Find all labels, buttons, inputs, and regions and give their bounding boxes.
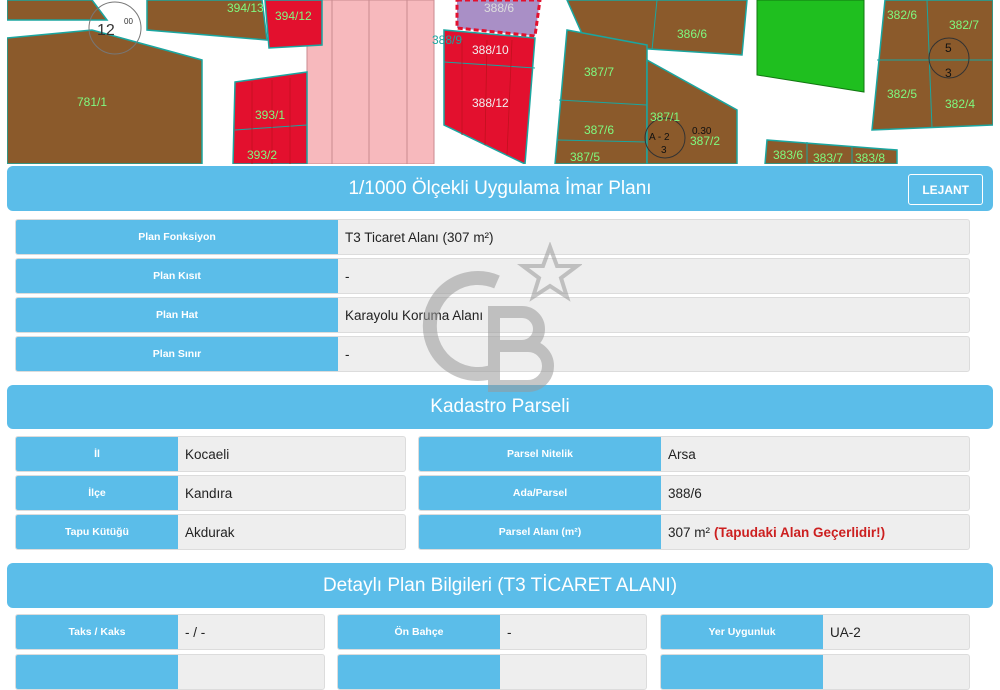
parcel-label: 393/1	[255, 108, 285, 122]
plan-row-value: T3 Ticaret Alanı (307 m²)	[345, 229, 494, 245]
cadastre-row-value: Kandıra	[185, 485, 233, 501]
cadastre-row-label: Tapu Kütüğü	[16, 515, 178, 549]
parcel-label: 781/1	[77, 95, 107, 109]
plan-row-label: Plan Sınır	[16, 337, 338, 371]
detail-section-title: Detaylı Plan Bilgileri (T3 TİCARET ALANI…	[322, 574, 678, 596]
cadastre-row-label: Parsel Nitelik	[419, 437, 661, 471]
zone-mark-left-top: 12	[97, 22, 115, 39]
cadastre-row: İl Kocaeli	[15, 436, 406, 472]
cadastre-row: İlçe Kandıra	[15, 475, 406, 511]
parcel-label-selected: 388/6	[484, 1, 514, 15]
detail-row-partial	[15, 654, 325, 690]
detail-row-label-partial	[16, 655, 178, 689]
detail-row: Ön Bahçe -	[337, 614, 647, 650]
map-canvas[interactable]: 12 00 A - 2 3 0.30 5 3 394/13 394/12 388…	[7, 0, 993, 164]
cadastre-row: Parsel Alanı (m²) 307 m² (Tapudaki Alan …	[418, 514, 970, 550]
zone-mark-left-sup: 00	[124, 17, 133, 26]
plan-row-label: Plan Kısıt	[16, 259, 338, 293]
plan-row-value: Karayolu Koruma Alanı	[345, 307, 484, 323]
plan-row: Plan Sınır -	[15, 336, 970, 372]
detail-row-partial	[660, 654, 970, 690]
plan-row-label: Plan Fonksiyon	[16, 220, 338, 254]
parcel-label: 387/5	[570, 150, 600, 164]
parcel-label: 382/6	[887, 8, 917, 22]
cadastre-row-label: İl	[16, 437, 178, 471]
parcel-area-value: 307 m²	[668, 524, 711, 540]
parcel-label: 393/2	[247, 148, 277, 162]
detail-row-label: Yer Uygunluk	[661, 615, 823, 649]
plan-row-label: Plan Hat	[16, 298, 338, 332]
cadastre-row-value: Arsa	[668, 446, 696, 462]
detail-section-header: Detaylı Plan Bilgileri (T3 TİCARET ALANI…	[7, 563, 993, 608]
cadastre-section-header: Kadastro Parseli	[7, 385, 993, 429]
detail-row-label: Taks / Kaks	[16, 615, 178, 649]
plan-row-value: -	[345, 346, 350, 362]
legend-button[interactable]: LEJANT	[908, 174, 983, 205]
cadastre-row-value: 388/6	[668, 485, 702, 501]
cadastre-row-label: Parsel Alanı (m²)	[419, 515, 661, 549]
zoning-map[interactable]: 12 00 A - 2 3 0.30 5 3 394/13 394/12 388…	[7, 0, 993, 164]
cadastre-row-value: 307 m² (Tapudaki Alan Geçerlidir!)	[661, 515, 969, 549]
parcel-label: 387/2	[690, 134, 720, 148]
zone-mark-center-num: 3	[661, 145, 667, 156]
detail-row: Taks / Kaks - / -	[15, 614, 325, 650]
zone-mark-right-top: 5	[945, 41, 952, 55]
parcel-label: 388/12	[472, 96, 509, 110]
cadastre-row-label: İlçe	[16, 476, 178, 510]
parcel-label: 387/7	[584, 65, 614, 79]
detail-row: Yer Uygunluk UA-2	[660, 614, 970, 650]
cadastre-row: Tapu Kütüğü Akdurak	[15, 514, 406, 550]
detail-row-label: Ön Bahçe	[338, 615, 500, 649]
cadastre-row-value: Kocaeli	[185, 446, 230, 462]
cadastre-section-title: Kadastro Parseli	[430, 396, 570, 417]
zone-mark-right-num: 3	[945, 66, 952, 80]
parcel-label: 382/4	[945, 97, 975, 111]
plan-row: Plan Fonksiyon T3 Ticaret Alanı (307 m²)	[15, 219, 970, 255]
parcel-label: 383/7	[813, 151, 843, 164]
parcel-label: 388/9	[432, 33, 462, 47]
plan-row: Plan Hat Karayolu Koruma Alanı	[15, 297, 970, 333]
plan-row-value: -	[345, 268, 350, 284]
cadastre-row-label: Ada/Parsel	[419, 476, 661, 510]
plan-section-title: 1/1000 Ölçekli Uygulama İmar Planı	[348, 177, 652, 199]
plan-row: Plan Kısıt -	[15, 258, 970, 294]
parcel-label: 394/13	[227, 1, 264, 15]
parcel-label: 387/1	[650, 110, 680, 124]
plan-section-header: 1/1000 Ölçekli Uygulama İmar Planı LEJAN…	[7, 166, 993, 211]
zone-mark-center-top: A - 2	[649, 132, 670, 143]
parcel-label: 383/8	[855, 151, 885, 164]
detail-row-label-partial	[338, 655, 500, 689]
parcel-label: 388/10	[472, 43, 509, 57]
detail-row-label-partial	[661, 655, 823, 689]
parcel-label: 382/5	[887, 87, 917, 101]
parcel-label: 386/6	[677, 27, 707, 41]
detail-row-value: UA-2	[830, 624, 861, 640]
cadastre-row: Parsel Nitelik Arsa	[418, 436, 970, 472]
parcel-label: 387/6	[584, 123, 614, 137]
parcel-label: 383/6	[773, 148, 803, 162]
detail-row-value: - / -	[185, 624, 206, 640]
detail-row-partial	[337, 654, 647, 690]
parcel-label: 382/7	[949, 18, 979, 32]
cadastre-row: Ada/Parsel 388/6	[418, 475, 970, 511]
parcel-label: 394/12	[275, 9, 312, 23]
parcel-area-warning: (Tapudaki Alan Geçerlidir!)	[714, 524, 886, 540]
cadastre-row-value: Akdurak	[185, 524, 235, 540]
detail-row-value: -	[507, 624, 512, 640]
